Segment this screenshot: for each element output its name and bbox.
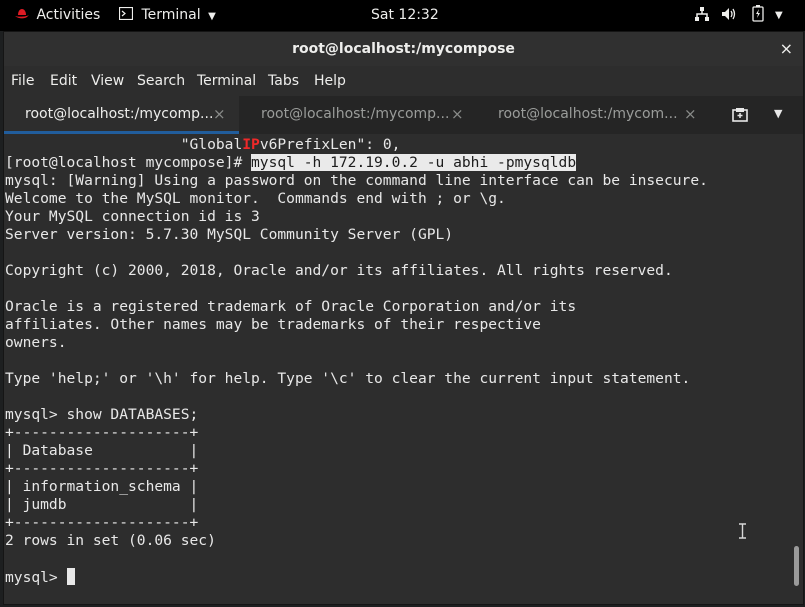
terminal-line: affiliates. Other names may be trademark… bbox=[5, 316, 541, 333]
menu-search[interactable]: Search bbox=[137, 66, 185, 96]
scrollbar[interactable] bbox=[791, 134, 803, 604]
text-cursor bbox=[66, 568, 75, 585]
scrollbar-thumb[interactable] bbox=[794, 546, 799, 586]
terminal-line: "GlobalIPv6PrefixLen": 0, bbox=[5, 136, 401, 153]
tab-bar: root@localhost:/mycomp... × root@localho… bbox=[4, 96, 803, 134]
terminal-line: 2 rows in set (0.06 sec) bbox=[5, 532, 216, 549]
menu-file[interactable]: File bbox=[11, 66, 34, 96]
window-titlebar[interactable]: root@localhost:/mycompose × bbox=[4, 32, 803, 66]
clock[interactable]: Sat 12:32 bbox=[371, 0, 439, 31]
volume-icon[interactable] bbox=[721, 0, 739, 31]
system-menu-chevron-icon[interactable]: ▼ bbox=[775, 0, 783, 31]
new-tab-icon bbox=[732, 108, 748, 122]
mysql-prompt-line[interactable]: mysql> bbox=[5, 568, 75, 586]
network-icon[interactable] bbox=[694, 0, 710, 31]
tab-2[interactable]: root@localhost:/mycomp... × bbox=[239, 96, 474, 134]
terminal-line: +--------------------+ bbox=[5, 460, 199, 477]
battery-icon[interactable] bbox=[752, 0, 764, 31]
fedora-hat-icon bbox=[15, 9, 29, 19]
terminal-app-icon bbox=[118, 6, 134, 21]
chevron-down-icon: ▼ bbox=[208, 11, 216, 22]
tab-close-icon[interactable]: × bbox=[684, 96, 697, 132]
menu-terminal[interactable]: Terminal bbox=[197, 66, 256, 96]
terminal-window: root@localhost:/mycompose × File Edit Vi… bbox=[3, 31, 804, 605]
activities-button[interactable]: Activities bbox=[14, 0, 100, 31]
app-menu-label: Terminal bbox=[141, 7, 201, 23]
terminal-line: Server version: 5.7.30 MySQL Community S… bbox=[5, 226, 454, 243]
new-tab-button[interactable] bbox=[730, 96, 752, 134]
terminal-line: mysql> show DATABASES; bbox=[5, 406, 199, 423]
menu-tabs[interactable]: Tabs bbox=[268, 66, 299, 96]
menu-view[interactable]: View bbox=[91, 66, 124, 96]
tab-label: root@localhost:/mycomp... bbox=[25, 106, 214, 122]
terminal-line: Copyright (c) 2000, 2018, Oracle and/or … bbox=[5, 262, 673, 279]
terminal-line: Type 'help;' or '\h' for help. Type '\c'… bbox=[5, 370, 691, 387]
terminal-line: +--------------------+ bbox=[5, 514, 199, 531]
terminal-line: Oracle is a registered trademark of Orac… bbox=[5, 298, 577, 315]
system-top-bar: Activities Terminal ▼ Sat 12:32 ▼ bbox=[0, 0, 805, 31]
terminal-line: Your MySQL connection id is 3 bbox=[5, 208, 260, 225]
terminal-line: Welcome to the MySQL monitor. Commands e… bbox=[5, 190, 506, 207]
tab-3[interactable]: root@localhost:/mycom... × bbox=[474, 96, 709, 134]
activities-label: Activities bbox=[36, 7, 101, 23]
shell-prompt: [root@localhost mycompose]# bbox=[5, 154, 252, 171]
tabs-menu-chevron-icon[interactable]: ▼ bbox=[774, 96, 794, 134]
menu-edit[interactable]: Edit bbox=[50, 66, 77, 96]
command-line: [root@localhost mycompose]# mysql -h 172… bbox=[5, 154, 577, 172]
terminal-line: | jumdb | bbox=[5, 496, 199, 513]
menu-help[interactable]: Help bbox=[314, 66, 346, 96]
ibeam-pointer-icon bbox=[739, 523, 746, 539]
menu-bar: File Edit View Search Terminal Tabs Help bbox=[4, 66, 803, 96]
tab-label: root@localhost:/mycomp... bbox=[261, 106, 450, 122]
tab-close-icon[interactable]: × bbox=[213, 96, 226, 132]
terminal-line: +--------------------+ bbox=[5, 424, 199, 441]
terminal-output[interactable]: "GlobalIPv6PrefixLen": 0, [root@localhos… bbox=[4, 134, 791, 604]
window-close-button[interactable]: × bbox=[780, 32, 793, 66]
terminal-line: | Database | bbox=[5, 442, 199, 459]
tab-label: root@localhost:/mycom... bbox=[498, 106, 678, 122]
terminal-line: | information_schema | bbox=[5, 478, 199, 495]
terminal-line: mysql: [Warning] Using a password on the… bbox=[5, 172, 708, 189]
mysql-prompt: mysql> bbox=[5, 569, 67, 586]
tab-close-icon[interactable]: × bbox=[451, 96, 464, 132]
terminal-line: owners. bbox=[5, 334, 67, 351]
app-menu-terminal[interactable]: Terminal ▼ bbox=[118, 0, 216, 31]
window-title: root@localhost:/mycompose bbox=[292, 41, 515, 57]
tab-1[interactable]: root@localhost:/mycomp... × bbox=[4, 96, 239, 134]
selected-command[interactable]: mysql -h 172.19.0.2 -u abhi -pmysqldb bbox=[251, 154, 577, 171]
